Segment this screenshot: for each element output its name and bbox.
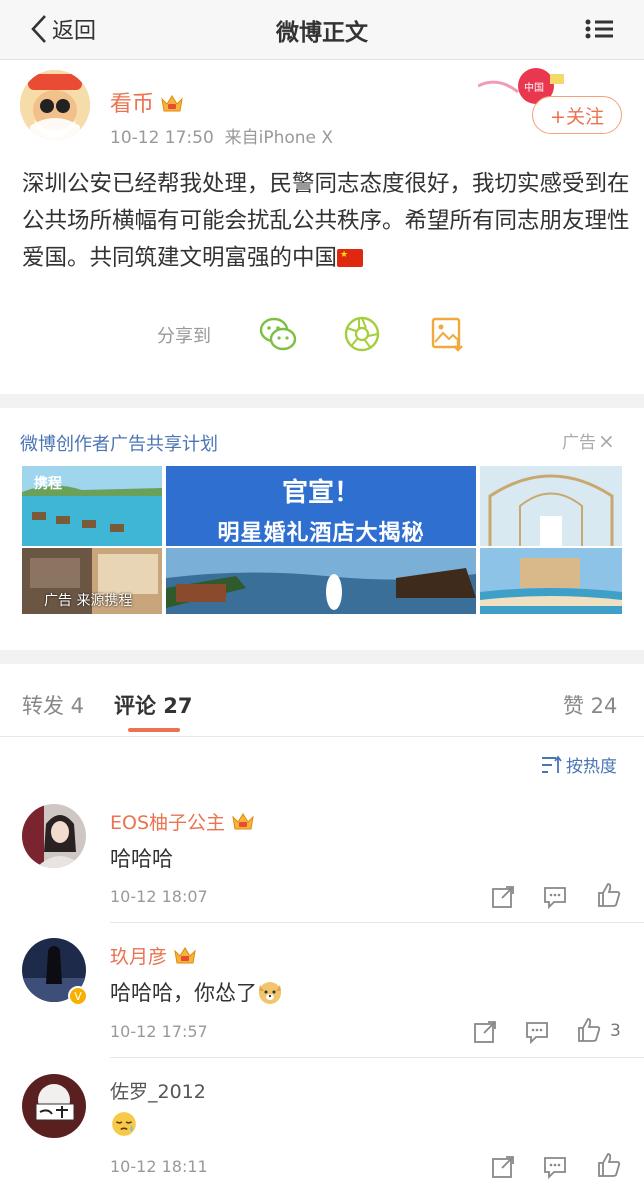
section-divider [0, 394, 644, 408]
comment-separator [110, 922, 644, 923]
top-nav-bar: 返回 微博正文 [0, 0, 644, 60]
comment-username[interactable]: 玖月彦 [110, 942, 197, 969]
comment-text: 哈哈哈 [110, 847, 173, 871]
resort-image: 携程 [22, 466, 162, 546]
reply-icon[interactable] [542, 884, 568, 910]
sort-button[interactable]: 按热度 [540, 752, 617, 777]
more-icon[interactable] [584, 18, 614, 40]
sort-icon [542, 755, 562, 773]
like-icon[interactable] [596, 882, 622, 908]
like-count: 3 [610, 1021, 621, 1041]
avatar-photo [22, 1074, 86, 1138]
ad-source-text: 广告 来源携程 [44, 593, 133, 609]
verified-badge-icon: V [68, 986, 88, 1006]
share-icon[interactable] [490, 1154, 516, 1180]
comment-text-body: 哈哈哈，你怂了 [110, 981, 257, 1005]
ad-program-title[interactable]: 微博创作者广告共享计划 [20, 430, 218, 456]
cartoon-avatar-image [20, 70, 90, 140]
sort-label: 按热度 [566, 757, 617, 777]
ad-image-resort[interactable]: 携程 [22, 466, 162, 546]
avatar-photo [22, 804, 86, 868]
chapel-image [480, 466, 622, 546]
avatar[interactable] [20, 70, 90, 140]
comment-username-text: EOS柚子公主 [110, 812, 226, 834]
doge-emoji-icon [259, 982, 281, 1004]
post-username[interactable]: 看币 [110, 86, 184, 118]
comment-time: 10-12 18:11 [110, 1157, 208, 1176]
post-text-body: 深圳公安已经帮我处理，民警同志态度很好，我切实感受到在公共场所横幅有可能会扰乱公… [22, 171, 630, 271]
comment-text: 哈哈哈，你怂了 [110, 977, 283, 1007]
share-icon[interactable] [490, 884, 516, 910]
comment-username[interactable]: 佐罗_2012 [110, 1077, 206, 1104]
comment-username-text: 玖月彦 [110, 946, 168, 968]
ad-banner-subtitle: 明星婚礼酒店大揭秘 [217, 521, 425, 546]
like-icon[interactable] [576, 1017, 602, 1043]
crown-icon [161, 95, 183, 112]
ad-image-chapel[interactable] [480, 466, 622, 546]
sleepy-emoji-icon [112, 1112, 136, 1136]
post-source: 来自iPhone X [224, 128, 334, 148]
reply-icon[interactable] [524, 1019, 550, 1045]
ad-brand-text: 携程 [34, 475, 62, 492]
moments-icon[interactable] [342, 314, 382, 354]
ad-banner-headline: 官宣！ [281, 478, 360, 508]
close-icon[interactable]: × [598, 429, 615, 453]
wechat-icon[interactable] [258, 314, 298, 354]
active-tab-indicator [128, 728, 180, 732]
svg-text:中国: 中国 [524, 81, 544, 94]
post-text: 深圳公安已经帮我处理，民警同志态度很好，我切实感受到在公共场所横幅有可能会扰乱公… [22, 166, 630, 277]
like-icon[interactable] [596, 1152, 622, 1178]
comment-time: 10-12 18:07 [110, 887, 208, 906]
post-meta: 10-12 17:50 来自iPhone X [110, 123, 333, 148]
tab-like[interactable]: 赞 24 [563, 690, 617, 720]
ad-image-wedding[interactable] [166, 548, 476, 614]
beach-image [480, 548, 622, 614]
china-flag-icon: ★ [337, 249, 364, 267]
username-text: 看币 [110, 92, 155, 117]
ad-image-beach[interactable] [480, 548, 622, 614]
reply-icon[interactable] [542, 1154, 568, 1180]
crown-icon [174, 947, 196, 964]
avatar[interactable] [22, 1074, 86, 1138]
share-label: 分享到 [157, 326, 211, 347]
ad-label[interactable]: 广告 × [562, 428, 615, 453]
section-divider [0, 650, 644, 664]
tab-comment[interactable]: 评论 27 [114, 690, 193, 720]
page-title: 微博正文 [276, 20, 368, 46]
tab-repost[interactable]: 转发 4 [22, 690, 84, 720]
share-icon[interactable] [472, 1019, 498, 1045]
crown-icon [232, 813, 254, 830]
avatar[interactable] [22, 804, 86, 868]
comment-username[interactable]: EOS柚子公主 [110, 808, 255, 835]
save-image-icon[interactable] [428, 314, 468, 354]
follow-button[interactable]: +关注 [532, 96, 622, 134]
wedding-image [166, 548, 476, 614]
tabs-divider [0, 736, 644, 737]
comment-separator [110, 1057, 644, 1058]
post-time: 10-12 17:50 [110, 128, 214, 148]
ad-banner[interactable]: 官宣！ 明星婚礼酒店大揭秘 [166, 466, 476, 546]
comment-time: 10-12 17:57 [110, 1022, 208, 1041]
ad-label-text: 广告 [562, 433, 596, 453]
